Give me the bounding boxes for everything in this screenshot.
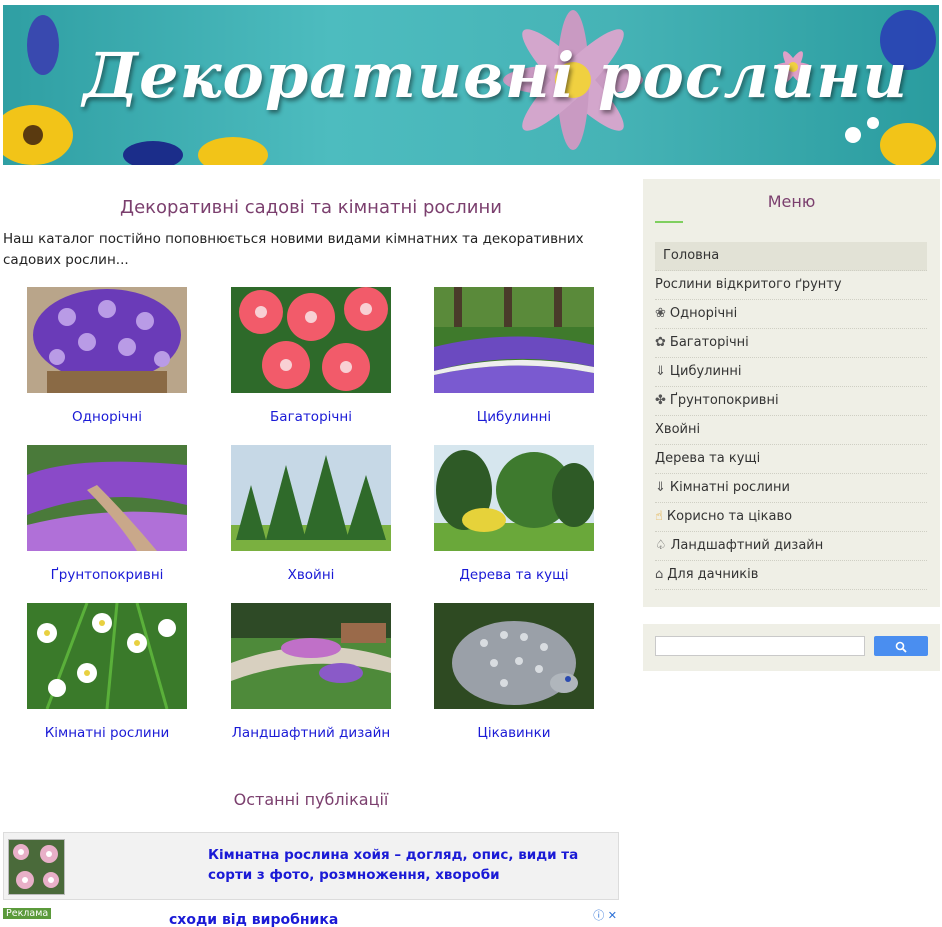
category-link[interactable]: Дерева та кущі — [434, 567, 594, 583]
menu-item-label: Рослини відкритого ґрунту — [655, 277, 842, 292]
page-heading: Декоративні садові та кімнатні рослини — [120, 197, 502, 218]
category-link[interactable]: Багаторічні — [231, 409, 391, 425]
category-card[interactable]: Кімнатні рослини — [27, 603, 187, 741]
search-input[interactable] — [655, 636, 865, 656]
ad-info-close-icon[interactable]: ⓘ ✕ — [593, 907, 617, 923]
category-card[interactable]: Цибулинні — [434, 287, 594, 425]
menu-item-label: Дерева та кущі — [655, 451, 761, 466]
ad-label: Реклама — [3, 908, 52, 919]
sidebar-menu: Меню Головна Рослини відкритого ґрунту ❀… — [643, 179, 940, 607]
menu-item-label: Для дачників — [667, 567, 759, 582]
menu-item-annuals[interactable]: ❀ Однорічні — [655, 300, 927, 329]
menu-title: Меню — [767, 192, 816, 211]
category-card[interactable]: Цікавинки — [434, 603, 594, 741]
menu-item-groundcover[interactable]: ✤ Ґрунтопокривні — [655, 387, 927, 416]
menu-item-home[interactable]: Головна — [655, 242, 927, 271]
flower-icon: ❀ — [655, 306, 666, 321]
conifers-thumbnail[interactable] — [231, 445, 391, 551]
menu-item-outdoor-plants[interactable]: Рослини відкритого ґрунту — [655, 271, 927, 300]
menu-item-gardeners[interactable]: ⌂ Для дачників — [655, 561, 927, 590]
annuals-thumbnail[interactable] — [27, 287, 187, 393]
menu-list: Головна Рослини відкритого ґрунту ❀ Однор… — [655, 242, 927, 590]
trees-shrubs-thumbnail[interactable] — [434, 445, 594, 551]
landscape-design-thumbnail[interactable] — [231, 603, 391, 709]
houseplants-thumbnail[interactable] — [27, 603, 187, 709]
groundcover-thumbnail[interactable] — [27, 445, 187, 551]
spade-icon: ♤ — [655, 538, 667, 553]
florette-icon: ✿ — [655, 335, 666, 350]
menu-item-label: Багаторічні — [669, 335, 749, 350]
menu-item-label: Однорічні — [669, 306, 738, 321]
recent-posts-heading: Останні публікації — [233, 790, 389, 809]
category-link[interactable]: Однорічні — [27, 409, 187, 425]
category-link[interactable]: Ландшафтний дизайн — [231, 725, 391, 741]
arrow-down-icon: ⇓ — [655, 364, 666, 379]
menu-item-label: Хвойні — [655, 422, 701, 437]
category-link[interactable]: Цікавинки — [434, 725, 594, 741]
menu-item-label: Головна — [663, 248, 720, 263]
category-link[interactable]: Хвойні — [231, 567, 391, 583]
advertisement[interactable]: Реклама сходи від виробника ⓘ ✕ — [3, 907, 619, 927]
search-icon — [895, 641, 907, 653]
menu-item-label: Ґрунтопокривні — [669, 393, 779, 408]
menu-item-perennials[interactable]: ✿ Багаторічні — [655, 329, 927, 358]
recent-post-thumbnail[interactable] — [8, 839, 65, 895]
category-card[interactable]: Дерева та кущі — [434, 445, 594, 583]
search-widget — [643, 624, 940, 671]
recent-post-link[interactable]: Кімнатна рослина хойя – догляд, опис, ви… — [208, 845, 618, 885]
menu-item-houseplants[interactable]: ⇓ Кімнатні рослини — [655, 474, 927, 503]
category-link[interactable]: Ґрунтопокривні — [27, 567, 187, 583]
bulbs-thumbnail[interactable] — [434, 287, 594, 393]
category-card[interactable]: Однорічні — [27, 287, 187, 425]
category-link[interactable]: Цибулинні — [434, 409, 594, 425]
banner-title: Декоративні рослини — [83, 39, 909, 112]
menu-item-label: Кімнатні рослини — [669, 480, 790, 495]
menu-item-conifers[interactable]: Хвойні — [655, 416, 927, 445]
category-card[interactable]: Хвойні — [231, 445, 391, 583]
category-link[interactable]: Кімнатні рослини — [27, 725, 187, 741]
main-content: Декоративні садові та кімнатні рослини Н… — [3, 180, 619, 927]
menu-item-useful-interesting[interactable]: ☝ Корисно та цікаво — [655, 503, 927, 532]
clover-icon: ✤ — [655, 393, 666, 408]
curiosities-thumbnail[interactable] — [434, 603, 594, 709]
search-button[interactable] — [874, 636, 928, 656]
house-icon: ⌂ — [655, 567, 664, 582]
category-card[interactable]: Ландшафтний дизайн — [231, 603, 391, 741]
intro-text: Наш каталог постійно поповнюється новими… — [3, 231, 584, 268]
recent-post[interactable]: Кімнатна рослина хойя – догляд, опис, ви… — [3, 832, 619, 900]
menu-item-label: Цибулинні — [669, 364, 742, 379]
menu-item-label: Корисно та цікаво — [666, 509, 793, 524]
menu-title-underline — [655, 221, 683, 223]
menu-item-label: Ландшафтний дизайн — [670, 538, 824, 553]
menu-item-bulbs[interactable]: ⇓ Цибулинні — [655, 358, 927, 387]
site-banner[interactable]: Декоративні рослини — [3, 5, 939, 165]
arrow-down-icon: ⇓ — [655, 480, 666, 495]
menu-item-landscape-design[interactable]: ♤ Ландшафтний дизайн — [655, 532, 927, 561]
pointing-finger-icon: ☝ — [655, 509, 663, 524]
perennials-thumbnail[interactable] — [231, 287, 391, 393]
category-card[interactable]: Ґрунтопокривні — [27, 445, 187, 583]
menu-item-trees-shrubs[interactable]: Дерева та кущі — [655, 445, 927, 474]
category-card[interactable]: Багаторічні — [231, 287, 391, 425]
